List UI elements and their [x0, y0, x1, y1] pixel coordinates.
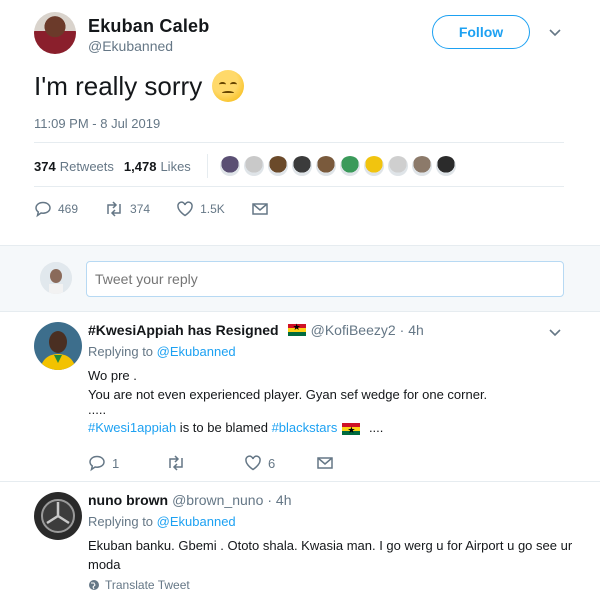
- like-action[interactable]: 6: [244, 454, 316, 472]
- liker-avatar[interactable]: [339, 156, 360, 176]
- reply-input[interactable]: [86, 261, 564, 297]
- ghana-flag-icon: [342, 421, 361, 440]
- tweet-text: I'm really sorry: [34, 70, 203, 101]
- reply-action[interactable]: 469: [34, 200, 78, 218]
- liker-avatar[interactable]: [411, 156, 432, 176]
- follow-button[interactable]: Follow: [432, 15, 530, 49]
- main-tweet: Ekuban Caleb @Ekubanned Follow I'm reall…: [0, 0, 600, 245]
- globe-icon: [89, 580, 99, 590]
- liker-avatar[interactable]: [291, 156, 312, 176]
- divider: [34, 142, 564, 143]
- user-photo-icon: [34, 492, 82, 540]
- likes-count: 1,478: [123, 158, 157, 174]
- user-photo-icon: [34, 322, 82, 370]
- chevron-down-icon[interactable]: [547, 324, 563, 340]
- reply-author-handle[interactable]: @KofiBeezy2: [311, 322, 396, 338]
- reply-author-name[interactable]: #KwesiAppiah has Resigned: [88, 322, 279, 338]
- tweet-stats: 374 Retweets 1,478 Likes: [34, 154, 460, 178]
- reply-line: #Kwesi1appiah is to be blamed #blackstar…: [88, 418, 568, 440]
- retweet-action[interactable]: [166, 454, 244, 472]
- retweet-icon: [169, 455, 183, 471]
- avatar[interactable]: [34, 322, 82, 370]
- reply-icon: [35, 201, 51, 218]
- reply-tweet[interactable]: #KwesiAppiah has Resigned @KofiBeezy2 · …: [0, 312, 600, 482]
- translate-tweet-link[interactable]: Translate Tweet: [88, 578, 190, 592]
- reply-line: .....: [88, 402, 107, 417]
- avatar[interactable]: [34, 12, 76, 54]
- avatar: [40, 262, 72, 294]
- liker-avatar[interactable]: [267, 156, 288, 176]
- likes-label: Likes: [160, 158, 191, 174]
- retweets-count: 374: [34, 158, 56, 174]
- reply-text: Ekuban banku. Gbemi . Ototo shala. Kwasi…: [88, 538, 573, 572]
- liker-avatar[interactable]: [243, 156, 264, 176]
- tweet-actions: 469 374 1.5K: [34, 200, 301, 218]
- tweet-text-container: I'm really sorry: [34, 70, 245, 102]
- like-count: 6: [268, 455, 276, 471]
- replying-prefix: Replying to: [88, 514, 154, 529]
- reply-count: 469: [58, 202, 79, 216]
- retweet-count: 374: [130, 202, 151, 216]
- liker-avatar[interactable]: [387, 156, 408, 176]
- like-action[interactable]: 1.5K: [176, 200, 225, 218]
- disappointed-face-icon: [212, 70, 245, 102]
- replying-to-link[interactable]: @Ekubanned: [157, 344, 236, 359]
- translate-label: Translate Tweet: [105, 578, 190, 592]
- reply-line-text: ....: [365, 420, 384, 435]
- reply-actions: 1 6: [88, 454, 340, 472]
- divider: [34, 186, 564, 187]
- reply-line: You are not even experienced player. Gya…: [88, 387, 488, 402]
- reply-action[interactable]: 1: [88, 454, 166, 472]
- replying-to: Replying to @Ekubanned: [88, 514, 236, 529]
- retweet-action[interactable]: 374: [104, 200, 150, 218]
- reply-line: Wo pre .: [88, 368, 137, 383]
- stats-separator: [206, 154, 208, 178]
- retweet-icon: [107, 201, 121, 217]
- liker-avatar[interactable]: [363, 156, 384, 176]
- avatar[interactable]: [34, 492, 82, 540]
- direct-message-action[interactable]: [251, 200, 275, 218]
- ghana-flag-icon: [287, 322, 306, 336]
- reply-author-handle[interactable]: @brown_nuno: [172, 492, 263, 508]
- liker-avatar[interactable]: [315, 156, 336, 176]
- chevron-down-icon[interactable]: [547, 24, 563, 40]
- reply-time[interactable]: · 4h: [400, 322, 424, 338]
- reply-tweet[interactable]: nuno brown @brown_nuno · 4h Replying to …: [0, 482, 600, 608]
- envelope-icon: [317, 457, 333, 469]
- reply-composer: [0, 245, 600, 312]
- reply-text: Wo pre . You are not even experienced pl…: [88, 366, 568, 440]
- replying-to-link[interactable]: @Ekubanned: [157, 514, 236, 529]
- hashtag-link[interactable]: #Kwesi1appiah: [88, 420, 176, 435]
- envelope-icon: [252, 203, 268, 215]
- tweet-timestamp[interactable]: 11:09 PM - 8 Jul 2019: [34, 116, 160, 131]
- direct-message-action[interactable]: [316, 454, 340, 472]
- heart-icon: [177, 201, 193, 217]
- replying-to: Replying to @Ekubanned: [88, 344, 236, 359]
- hashtag-link[interactable]: #blackstars: [272, 420, 338, 435]
- reply-header: #KwesiAppiah has Resigned @KofiBeezy2 · …: [88, 322, 424, 338]
- heart-icon: [245, 455, 261, 471]
- reply-time[interactable]: · 4h: [267, 492, 291, 508]
- replying-prefix: Replying to: [88, 344, 154, 359]
- retweets-label: Retweets: [59, 158, 114, 174]
- reply-author-name[interactable]: nuno brown: [88, 492, 168, 508]
- reply-line-text: is to be blamed: [176, 420, 272, 435]
- reply-count: 1: [112, 455, 120, 471]
- reply-header: nuno brown @brown_nuno · 4h: [88, 492, 292, 508]
- retweets-stat[interactable]: 374 Retweets: [34, 159, 114, 174]
- reply-icon: [89, 455, 105, 472]
- like-count: 1.5K: [200, 202, 225, 216]
- author-name[interactable]: Ekuban Caleb: [88, 16, 209, 37]
- liker-avatars: [219, 156, 460, 176]
- liker-avatar[interactable]: [435, 156, 456, 176]
- author-handle[interactable]: @Ekubanned: [88, 38, 173, 54]
- liker-avatar[interactable]: [219, 156, 240, 176]
- likes-stat[interactable]: 1,478 Likes: [124, 159, 191, 174]
- default-avatar-icon: [40, 262, 72, 294]
